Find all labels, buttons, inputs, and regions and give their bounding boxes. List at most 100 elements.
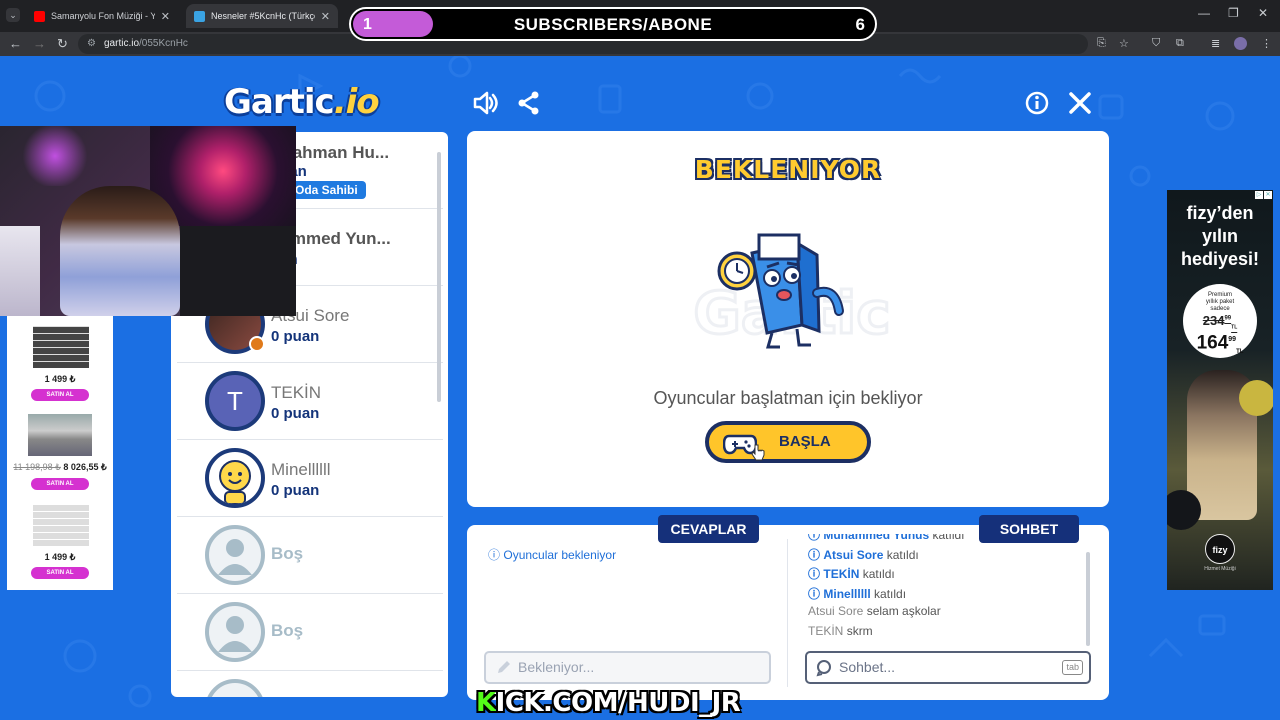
subscriber-goal-target: 6 xyxy=(855,15,865,34)
chat-bubble-icon xyxy=(816,660,831,677)
status-title: BEKLENIYOR xyxy=(694,155,882,184)
forward-icon[interactable]: → xyxy=(33,36,46,51)
chat-message: ⓘ Muhammed Yunus katıldı xyxy=(808,534,1088,546)
chat-messages: ⓘ Muhammed Yunus katıldı ⓘ Atsui Sore ka… xyxy=(808,534,1088,650)
game-status-card: BEKLENIYOR Gartic Oyuncular başlatman iç… xyxy=(467,131,1109,507)
reload-icon[interactable]: ↻ xyxy=(57,36,68,52)
gartic-logo[interactable]: Gartic.io xyxy=(224,82,380,122)
answers-info: ⓘ Oyuncular bekleniyor xyxy=(488,546,616,563)
answer-input[interactable]: Bekleniyor... xyxy=(484,651,771,684)
install-app-icon[interactable]: ⎘ xyxy=(1097,37,1106,50)
empty-slot-label: Boş xyxy=(271,621,304,640)
product-price: 11 198,98 ₺ 8 026,55 ₺ xyxy=(7,462,113,473)
share-icon[interactable] xyxy=(516,90,542,116)
bed-product-image[interactable] xyxy=(28,414,92,456)
left-ad-banner[interactable]: 1 499 ₺ SATIN AL 11 198,98 ₺ 8 026,55 ₺ … xyxy=(7,314,113,590)
smiley-avatar-icon xyxy=(219,460,251,504)
info-icon[interactable] xyxy=(1024,90,1050,116)
chat-user: Atsui Sore xyxy=(823,547,884,562)
maximize-icon[interactable]: ❐ xyxy=(1228,6,1239,20)
tab-key-hint: tab xyxy=(1062,660,1083,675)
browser-tab-gartic[interactable]: Nesneler #5KcnHc (Türkçe) - Gartic.io ✕ xyxy=(186,4,338,28)
empty-slot: Boş xyxy=(177,594,443,671)
url-path: /055KcnHc xyxy=(139,38,188,49)
info-circle-icon: ⓘ xyxy=(808,547,821,562)
back-icon[interactable]: ← xyxy=(9,36,22,51)
brick-panel-product-image[interactable] xyxy=(33,326,89,368)
buy-button[interactable]: SATIN AL xyxy=(31,478,89,490)
media-control-icon[interactable]: ≣ xyxy=(1211,37,1220,50)
product-price: 1 499 ₺ xyxy=(44,374,76,384)
sale-price: 8 026,55 ₺ xyxy=(63,462,107,472)
player-row[interactable]: T TEKİN 0 puan xyxy=(177,363,443,440)
empty-slot xyxy=(177,671,443,697)
subscriber-goal-label: SUBSCRIBERS/ABONE xyxy=(513,15,713,34)
player-avatar xyxy=(205,448,265,508)
subscriber-goal-overlay: 1 SUBSCRIBERS/ABONE 6 xyxy=(349,7,877,41)
chat-input-placeholder: Sohbet... xyxy=(839,659,896,675)
right-ad-banner[interactable]: ▷ ✕ fizy’den yılın hediyesi! Premium yıll… xyxy=(1167,190,1273,590)
shield-extension-icon[interactable]: ⛉ xyxy=(1152,37,1160,50)
gartic-page: Gartic.io dırahman Hu... puan Oda Sahibi… xyxy=(0,56,1280,720)
chat-input[interactable]: Sohbet... tab xyxy=(805,651,1091,684)
empty-slot-label: Boş xyxy=(271,544,304,563)
webcam-person xyxy=(60,186,180,316)
ad-balloon xyxy=(1167,490,1201,530)
player-points: 0 puan xyxy=(271,405,320,422)
start-button[interactable]: BAŞLA xyxy=(705,421,871,463)
close-tab-icon[interactable]: ✕ xyxy=(321,10,330,23)
panel-divider xyxy=(787,539,788,687)
player-name: TEKİN xyxy=(271,383,322,402)
start-button-label: BAŞLA xyxy=(779,433,831,450)
chat-message: ⓘ TEKİN katıldı xyxy=(808,565,1088,585)
ad-info-icon[interactable]: ▷ xyxy=(1255,191,1263,199)
bookmark-star-icon[interactable]: ☆ xyxy=(1119,37,1129,50)
chat-text: selam aşkolar xyxy=(866,604,941,618)
chat-text: skrm xyxy=(846,623,873,638)
profile-avatar[interactable] xyxy=(1234,37,1247,50)
info-circle-icon: ⓘ xyxy=(488,548,501,562)
answers-info-text: Oyuncular bekleniyor xyxy=(503,548,617,562)
ad-close-icon[interactable]: ✕ xyxy=(1264,191,1272,199)
answer-input-placeholder: Bekleniyor... xyxy=(518,659,595,675)
chat-text: katıldı xyxy=(874,586,907,601)
fizy-logo: fizy xyxy=(1205,534,1235,564)
chat-user: TEKİN xyxy=(808,623,844,638)
info-circle-icon: ⓘ xyxy=(808,567,821,581)
tab-title: Nesneler #5KcnHc (Türkçe) - Gartic.io xyxy=(211,11,315,21)
wall-panel-product-image[interactable] xyxy=(33,504,89,546)
empty-slot: Boş xyxy=(177,517,443,594)
chat-user: Muhammed Yunus xyxy=(823,534,930,542)
waiting-mascot-illustration: Gartic xyxy=(692,233,892,349)
sound-icon[interactable] xyxy=(472,90,498,116)
buy-button[interactable]: SATIN AL xyxy=(31,567,89,579)
chat-user: TEKİN xyxy=(823,567,860,581)
buy-button[interactable]: SATIN AL xyxy=(31,389,89,401)
browser-menu-icon[interactable]: ⋮ xyxy=(1261,37,1272,50)
pencil-icon xyxy=(498,661,510,673)
chat-user: Minellllll xyxy=(823,586,871,601)
site-info-icon[interactable]: ⚙ xyxy=(87,34,96,54)
chat-message: TEKİN skrm xyxy=(808,624,1088,644)
youtube-favicon-icon xyxy=(34,10,45,22)
player-points: 0 puan xyxy=(271,482,320,499)
chat-message: ⓘ Atsui Sore katıldı xyxy=(808,546,1088,566)
minimize-icon[interactable]: — xyxy=(1198,6,1210,20)
player-avatar: T xyxy=(205,371,265,431)
chat-scrollbar[interactable] xyxy=(1086,552,1090,646)
chat-message: Atsui Sore selam aşkolar xyxy=(808,604,1088,624)
tab-answers[interactable]: CEVAPLAR xyxy=(658,515,759,543)
product-price: 1 499 ₺ xyxy=(44,552,76,562)
tab-search-button[interactable]: ⌄ xyxy=(6,8,20,22)
chat-text: katıldı xyxy=(932,534,965,542)
close-icon[interactable] xyxy=(1067,90,1093,116)
browser-tab-youtube[interactable]: Samanyolu Fon Müziği - YouTube ✕ xyxy=(26,4,178,28)
empty-avatar xyxy=(205,602,265,662)
player-list-scrollbar[interactable] xyxy=(437,152,441,402)
window-close-icon[interactable]: ✕ xyxy=(1258,6,1268,20)
player-row[interactable]: Minellllll 0 puan xyxy=(177,440,443,517)
empty-avatar xyxy=(205,525,265,585)
chat-text: katıldı xyxy=(862,567,895,581)
close-tab-icon[interactable]: ✕ xyxy=(161,10,170,23)
extensions-puzzle-icon[interactable]: ⧉ xyxy=(1176,37,1184,50)
